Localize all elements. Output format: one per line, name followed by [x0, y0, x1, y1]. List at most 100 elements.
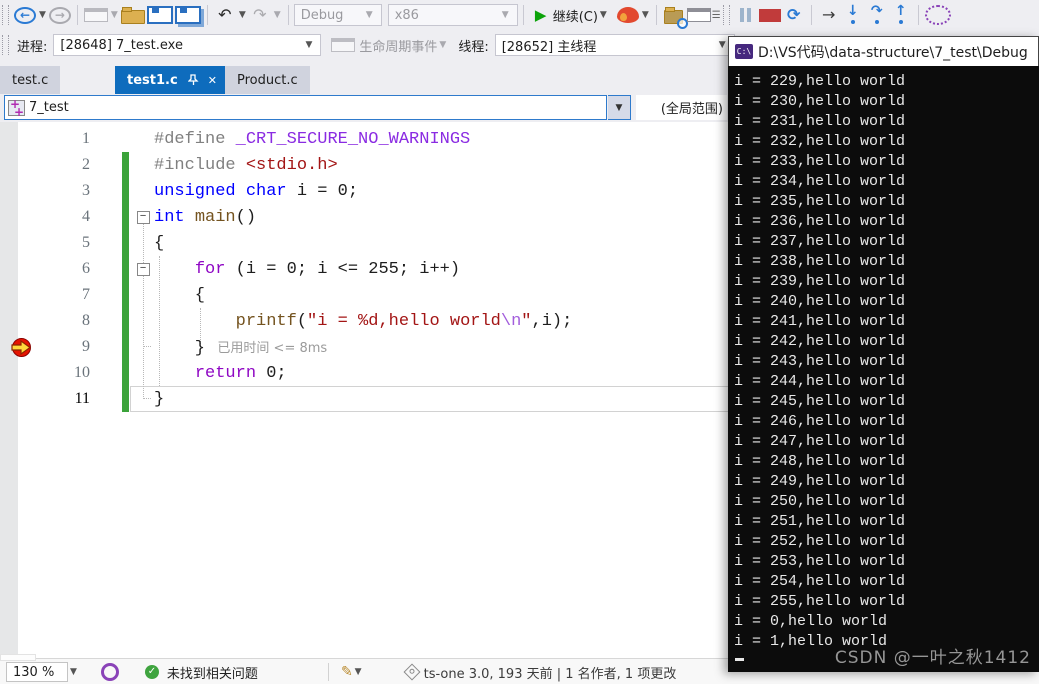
chevron-down-icon: ▼ — [718, 40, 726, 50]
console-line: i = 242,hello world — [734, 333, 906, 350]
continue-button[interactable]: 继续(C) — [553, 6, 598, 25]
step-out-icon[interactable]: ↑ — [890, 3, 912, 25]
browse-search-icon[interactable] — [663, 3, 688, 29]
navigate-back-icon[interactable]: ← — [14, 6, 36, 24]
open-file-icon[interactable] — [120, 7, 145, 24]
code-cleanup-dropdown[interactable]: ▼ — [355, 667, 362, 677]
watermark-text: CSDN @一叶之秋1412 — [834, 648, 1031, 668]
code-cleanup-icon[interactable]: ✎ — [341, 664, 353, 680]
new-window-icon[interactable] — [83, 8, 108, 22]
redo-dropdown[interactable]: ▼ — [274, 10, 281, 20]
console-line: i = 237,hello world — [734, 233, 906, 250]
tab-test1-c[interactable]: test1.c ✕ — [115, 66, 229, 94]
toolbar-grip[interactable] — [2, 35, 9, 55]
member-scope-dropdown[interactable]: (全局范围) — [636, 95, 727, 120]
console-line: i = 233,hello world — [734, 153, 906, 170]
change-tracking-bar — [90, 204, 132, 230]
change-tracking-bar — [90, 126, 132, 152]
health-status-text[interactable]: 未找到相关问题 — [167, 663, 258, 682]
show-next-statement-icon[interactable]: → — [818, 3, 840, 27]
member-scope-value: (全局范围) — [660, 102, 723, 117]
collapse-icon[interactable]: − — [136, 262, 150, 276]
cpp-project-icon — [8, 97, 25, 119]
console-line: i = 249,hello world — [734, 473, 906, 490]
console-line: i = 252,hello world — [734, 533, 906, 550]
console-output[interactable]: i = 229,hello world i = 230,hello world i … — [728, 66, 1039, 672]
stop-debug-icon[interactable] — [758, 8, 781, 22]
collapse-icon[interactable]: − — [136, 210, 150, 224]
health-ring-icon[interactable] — [100, 663, 119, 681]
console-title-bar[interactable]: C:\ D:\VS代码\data-structure\7_test\Debug — [728, 36, 1039, 66]
lifecycle-events-icon[interactable] — [331, 38, 356, 52]
process-dropdown[interactable]: [28648] 7_test.exe ▼ — [53, 34, 322, 56]
save-all-icon[interactable] — [174, 6, 201, 24]
line-number: 10 — [74, 364, 90, 381]
line-number: 3 — [82, 182, 90, 199]
restart-icon[interactable]: ⟳ — [783, 3, 805, 27]
tab-label: test.c — [12, 72, 49, 88]
console-line: i = 240,hello world — [734, 293, 906, 310]
change-tracking-bar — [90, 152, 132, 178]
tab-test-c[interactable]: test.c — [0, 66, 61, 94]
fold-margin: − — [132, 262, 154, 276]
zoom-level-dropdown[interactable]: 130 % — [6, 662, 68, 682]
zoom-dropdown-icon[interactable]: ▼ — [70, 667, 77, 677]
list-toggle-icon[interactable]: ☰ — [712, 10, 721, 21]
line-number: 2 — [82, 156, 90, 173]
toolbar-grip[interactable] — [2, 5, 9, 25]
thread-dropdown[interactable]: [28652] 主线程 ▼ — [494, 34, 735, 56]
vs-ide-window: ← ▼ → ▼ ↶ ▼ ↷ ▼ Debug ▼ x86 ▼ ▶ 继续(C) ▼ … — [0, 0, 1039, 684]
pause-icon[interactable] — [735, 3, 757, 27]
undo-icon[interactable]: ↶ — [214, 3, 236, 27]
platform-value: x86 — [394, 7, 419, 23]
console-icon: C:\ — [735, 44, 753, 59]
continue-play-icon[interactable]: ▶ — [530, 3, 552, 27]
hot-reload-dropdown[interactable]: ▼ — [642, 10, 649, 20]
project-scope-dropdown[interactable]: 7_test — [4, 95, 607, 120]
change-tracking-bar — [90, 256, 132, 282]
console-lines: i = 229,hello world i = 230,hello world i … — [734, 72, 1039, 652]
pin-icon[interactable] — [187, 74, 199, 86]
continue-dropdown[interactable]: ▼ — [600, 10, 607, 20]
console-line: i = 231,hello world — [734, 113, 906, 130]
git-tag-icon — [403, 663, 421, 681]
project-scope-dropdown-button[interactable]: ▼ — [608, 95, 631, 120]
new-window-dropdown[interactable]: ▼ — [111, 10, 118, 20]
hot-reload-icon[interactable] — [616, 7, 639, 23]
step-over-icon[interactable]: ↷ — [866, 3, 888, 25]
save-icon[interactable] — [146, 6, 173, 24]
solution-config-dropdown[interactable]: Debug ▼ — [293, 4, 382, 26]
console-line: i = 229,hello world — [734, 73, 906, 90]
line-number: 5 — [82, 234, 90, 251]
navigate-back-dropdown[interactable]: ▼ — [39, 10, 46, 20]
process-value: [28648] 7_test.exe — [60, 37, 183, 53]
breakpoint-arrow-icon[interactable] — [11, 337, 32, 358]
console-line: i = 232,hello world — [734, 133, 906, 150]
console-line: i = 238,hello world — [734, 253, 906, 270]
separator — [206, 5, 208, 25]
chevron-down-icon: ▼ — [439, 40, 447, 50]
scrollbar-corner — [0, 654, 36, 661]
console-line: i = 230,hello world — [734, 93, 906, 110]
line-number: 8 — [82, 312, 90, 329]
thread-value: [28652] 主线程 — [501, 39, 597, 55]
separator — [810, 5, 812, 25]
zoom-level-value: 130 % — [13, 664, 55, 680]
undo-dropdown[interactable]: ▼ — [239, 10, 246, 20]
lifecycle-events-button[interactable]: 生命周期事件 — [359, 36, 437, 55]
separator — [917, 5, 919, 25]
git-history-text[interactable]: ts-one 3.0, 193 天前 | 1 名作者, 1 项更改 — [424, 663, 677, 682]
platform-dropdown[interactable]: x86 ▼ — [387, 4, 518, 26]
line-number: 1 — [82, 130, 90, 147]
close-icon[interactable]: ✕ — [208, 74, 217, 87]
performance-lasso-icon[interactable] — [924, 5, 951, 25]
line-number: 11 — [74, 390, 90, 407]
toolbar-grip[interactable] — [722, 5, 730, 25]
redo-icon[interactable]: ↷ — [249, 3, 271, 27]
console-line: i = 234,hello world — [734, 173, 906, 190]
solution-explorer-icon[interactable] — [686, 8, 711, 22]
navigate-forward-icon[interactable]: → — [48, 6, 71, 24]
chevron-down-icon: ▼ — [305, 40, 313, 50]
step-into-icon[interactable]: ↓ — [842, 3, 864, 25]
tab-product-c[interactable]: Product.c — [225, 66, 310, 94]
